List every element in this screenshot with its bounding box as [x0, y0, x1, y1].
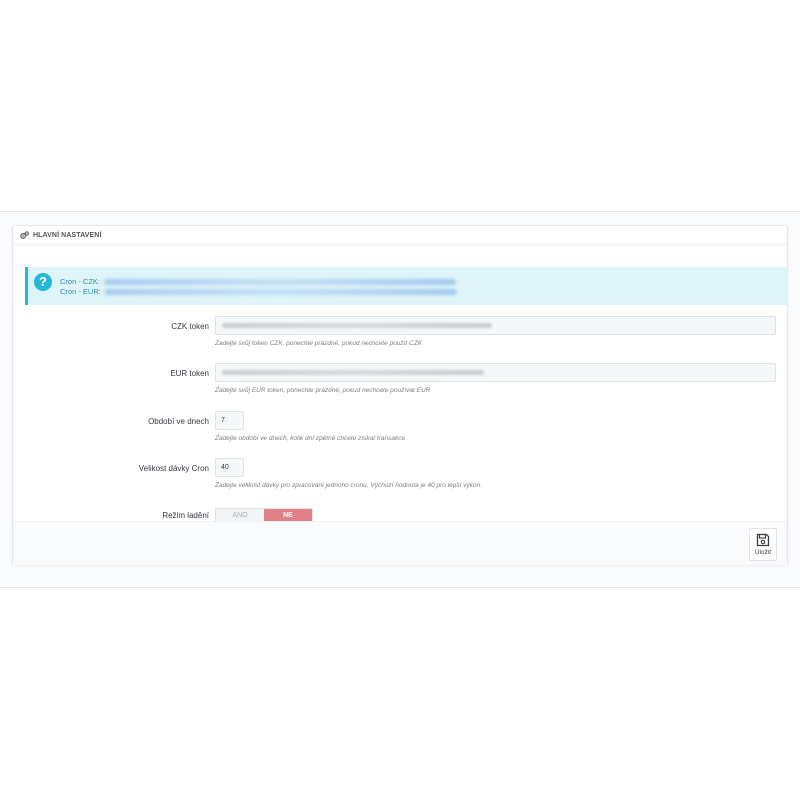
settings-panel: HLAVNÍ NASTAVENÍ ? Cron - CZK: Cron - EU… — [12, 225, 788, 565]
cron-czk-line: Cron - CZK: — [60, 277, 457, 287]
period-input[interactable]: 7 — [215, 411, 244, 430]
save-icon — [756, 533, 770, 547]
batch-size-label: Velikost dávky Cron — [138, 464, 209, 473]
czk-token-input[interactable] — [215, 316, 776, 335]
batch-size-input[interactable]: 40 — [215, 458, 244, 477]
panel-heading: HLAVNÍ NASTAVENÍ — [13, 226, 787, 245]
batch-size-help: Zadejte velikost dávky pro zpracování je… — [215, 482, 483, 489]
period-label: Období ve dnech — [148, 417, 209, 426]
cron-info-alert: ? Cron - CZK: Cron - EUR: — [25, 267, 788, 305]
page-background: HLAVNÍ NASTAVENÍ ? Cron - CZK: Cron - EU… — [0, 211, 800, 588]
eur-token-help: Zadejte svůj EUR token, ponechte prázdné… — [215, 387, 431, 394]
cron-czk-label: Cron - CZK: — [60, 277, 101, 286]
eur-token-label: EUR token — [170, 369, 209, 378]
panel-footer: Uložit — [13, 521, 787, 565]
eur-token-value-redacted — [222, 370, 484, 375]
period-help: Zadejte období ve dnech, kolik dní zpětn… — [215, 435, 406, 442]
cron-czk-url-redacted[interactable] — [104, 279, 457, 285]
eur-token-input[interactable] — [215, 363, 776, 382]
czk-token-label: CZK token — [171, 322, 209, 331]
cron-eur-url-redacted[interactable] — [104, 289, 457, 295]
save-button[interactable]: Uložit — [749, 528, 777, 561]
cogs-icon — [20, 230, 29, 239]
czk-token-value-redacted — [222, 323, 492, 328]
cron-eur-line: Cron - EUR: — [60, 287, 457, 297]
debug-mode-label: Režim ladění — [162, 511, 209, 520]
czk-token-help: Zadejte svůj token CZK, ponechte prázdné… — [215, 340, 423, 347]
question-circle-icon: ? — [34, 273, 52, 291]
save-button-label: Uložit — [754, 549, 772, 556]
panel-title: HLAVNÍ NASTAVENÍ — [33, 231, 102, 239]
cron-eur-label: Cron - EUR: — [60, 287, 101, 296]
